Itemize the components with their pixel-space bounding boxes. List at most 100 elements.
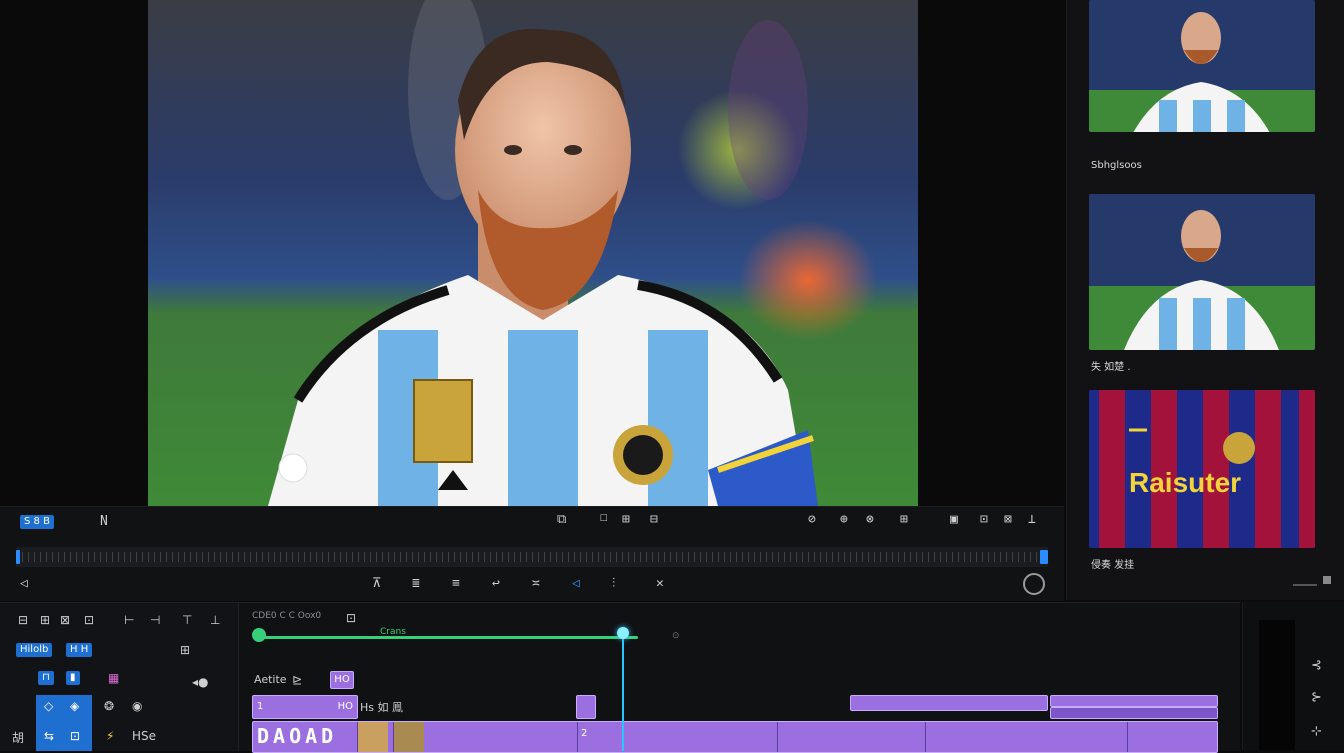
keyframe-label: Crans [380, 627, 406, 637]
clip-1-badge: HO [337, 701, 353, 712]
panel-divider [1293, 584, 1317, 586]
preview-panel [0, 0, 1064, 506]
audio-meter [1259, 620, 1295, 750]
keyframe-start[interactable] [252, 628, 266, 642]
timeline-marker-icon[interactable]: ⊙ [672, 631, 680, 641]
play-reverse-icon[interactable]: ◁ [572, 577, 580, 591]
video-preview-frame[interactable] [148, 0, 918, 506]
track-row-label-2: HSe [132, 729, 157, 743]
settings-icon[interactable]: ⊠ [1004, 513, 1012, 527]
thumb-image-3: Raisuter [1089, 390, 1315, 548]
more-icon[interactable]: ⊥ [1028, 513, 1036, 527]
color-icon[interactable]: ▦ [108, 671, 119, 685]
track-tool-icon-2[interactable]: ⊞ [40, 613, 50, 627]
media-thumb-2[interactable] [1089, 194, 1315, 350]
undo-icon[interactable]: ↩ [492, 577, 500, 591]
track-tool-icon-4[interactable]: ⊡ [84, 613, 94, 627]
clip-2-label: Hs 如 鳯 [360, 701, 403, 714]
snap-toggle[interactable]: ▮ [66, 671, 80, 685]
resize-handle[interactable] [1323, 576, 1331, 584]
thumb-image-1 [1089, 0, 1315, 132]
align-icon[interactable]: ≡ [452, 577, 460, 591]
snapshot-icon[interactable]: ▣ [950, 513, 958, 527]
media-label-2: 失 如楚 . [1091, 362, 1131, 373]
track-badge[interactable]: HO [330, 671, 354, 689]
transport-bar: S 8 B N ⧉ ☐ ⊞ ⊟ ⊘ ⊕ ⊗ ⊞ ▣ ⊡ ⊠ ⊥ ◁ ⊼ ≣ ≡ … [0, 506, 1064, 601]
thumb-image-2 [1089, 194, 1315, 350]
record-icon[interactable] [1023, 573, 1045, 595]
media-thumb-1[interactable] [1089, 0, 1315, 132]
preview-image [148, 0, 918, 506]
compare-icon[interactable]: ⊟ [650, 513, 658, 527]
track-view-chip[interactable]: H H [66, 643, 93, 657]
track-mute-icon[interactable]: ◈ [70, 699, 79, 713]
track-row-icon-a[interactable]: ⇆ [44, 729, 54, 743]
fit-icon[interactable]: ⧉ [557, 513, 566, 527]
track-header-panel: ⊟ ⊞ ⊠ ⊡ ⊢ ⊣ ⊤ ⊥ Hilolb H H ⊞ ⊓ ▮ ▦ ◂● ◇ … [0, 603, 239, 751]
track-row-icon-b[interactable]: ⊡ [70, 729, 80, 743]
back-arrow-icon[interactable]: ◁ [20, 577, 28, 591]
track-tool-icon-1[interactable]: ⊟ [18, 613, 28, 627]
safe-area-icon[interactable]: ☐ [600, 511, 608, 525]
clip-upper-right-2[interactable] [1050, 695, 1218, 707]
track-row-icon-c[interactable]: ⚡ [106, 729, 114, 743]
clip-main-text: DAOAD [257, 724, 338, 748]
playhead[interactable] [622, 631, 624, 751]
track-mode-chip[interactable]: Hilolb [16, 643, 53, 657]
clip-split-3 [925, 722, 926, 752]
media-label-3: 侵奏 发挂 [1091, 560, 1135, 571]
playback-scrubber[interactable] [16, 547, 1048, 567]
track-settings-icon[interactable]: ⊞ [180, 643, 190, 657]
track-tool-icon-7[interactable]: ⊤ [182, 613, 192, 627]
clip-upper-right-1[interactable] [850, 695, 1048, 711]
volume-icon[interactable]: ◂● [192, 675, 209, 689]
clip-split-2 [777, 722, 778, 752]
track-badge-label: HO [334, 674, 350, 685]
media-thumb-3[interactable]: Raisuter [1089, 390, 1315, 548]
link-toggle[interactable]: ⊓ [38, 671, 54, 685]
main-video-clip[interactable]: DAOAD 2 [252, 721, 1218, 753]
track-visibility-icon[interactable]: ◇ [44, 699, 53, 713]
side-panel: ⊰ ⊱ ⊹ [1242, 602, 1344, 750]
side-tool-icon-3[interactable]: ⊹ [1311, 724, 1322, 739]
fullscreen-icon[interactable]: ⊡ [980, 513, 988, 527]
track-tool-icon-6[interactable]: ⊣ [150, 613, 160, 627]
pause-icon[interactable]: ⫶ [612, 577, 615, 591]
scrubber-ticks [16, 552, 1048, 562]
zoom-in-icon[interactable]: ⊕ [840, 513, 848, 527]
out-point-handle[interactable] [1040, 550, 1048, 564]
side-tool-icon-2[interactable]: ⊱ [1311, 690, 1322, 705]
track-tool-icon-5[interactable]: ⊢ [124, 613, 134, 627]
track-tool-icon-3[interactable]: ⊠ [60, 613, 70, 627]
track-name: Aetite [254, 673, 287, 686]
timeline-ruler: CDE0 C C Oox0 [252, 611, 322, 621]
jersey-sponsor-text: Raisuter [1129, 467, 1241, 498]
clip-1-label: 1 [257, 701, 264, 712]
track-edit-icon[interactable]: ⊵ [292, 673, 302, 687]
loop-icon[interactable]: ≍ [532, 577, 540, 591]
track-tool-icon-8[interactable]: ⊥ [210, 613, 220, 627]
keyframe-line[interactable] [254, 636, 638, 639]
clip-split-1 [577, 722, 578, 752]
clip-thumb-a [357, 722, 388, 752]
list-icon[interactable]: ≣ [412, 577, 420, 591]
crop-icon[interactable]: ⊞ [900, 513, 908, 527]
track-camera-icon[interactable]: ◉ [132, 699, 142, 713]
side-tool-icon-1[interactable]: ⊰ [1311, 658, 1322, 673]
split-icon[interactable]: ⊼ [372, 577, 382, 591]
track-fx-icon[interactable]: ❂ [104, 699, 114, 713]
clip-1[interactable]: 1 HO [252, 695, 358, 719]
clip-3-head[interactable] [576, 695, 596, 719]
playhead-handle[interactable] [617, 627, 629, 639]
clip-split-4 [1127, 722, 1128, 752]
ruler-tool-icon[interactable]: ⊡ [346, 611, 356, 625]
media-panel: Sbhglsoos 失 如楚 . Raisuter 侵奏 发挂 [1066, 0, 1344, 600]
in-point-handle[interactable] [16, 550, 20, 564]
timecode-chip[interactable]: S 8 B [20, 515, 54, 529]
clip-upper-right-3[interactable] [1050, 707, 1218, 719]
grid-icon[interactable]: ⊞ [622, 513, 630, 527]
close-icon[interactable]: ✕ [656, 577, 664, 591]
rotate-icon[interactable]: ⊘ [808, 513, 816, 527]
timeline-tracks[interactable]: CDE0 C C Oox0 ⊡ Crans ⊙ Aetite ⊵ HO 1 HO… [240, 603, 1240, 753]
zoom-out-icon[interactable]: ⊗ [866, 513, 874, 527]
